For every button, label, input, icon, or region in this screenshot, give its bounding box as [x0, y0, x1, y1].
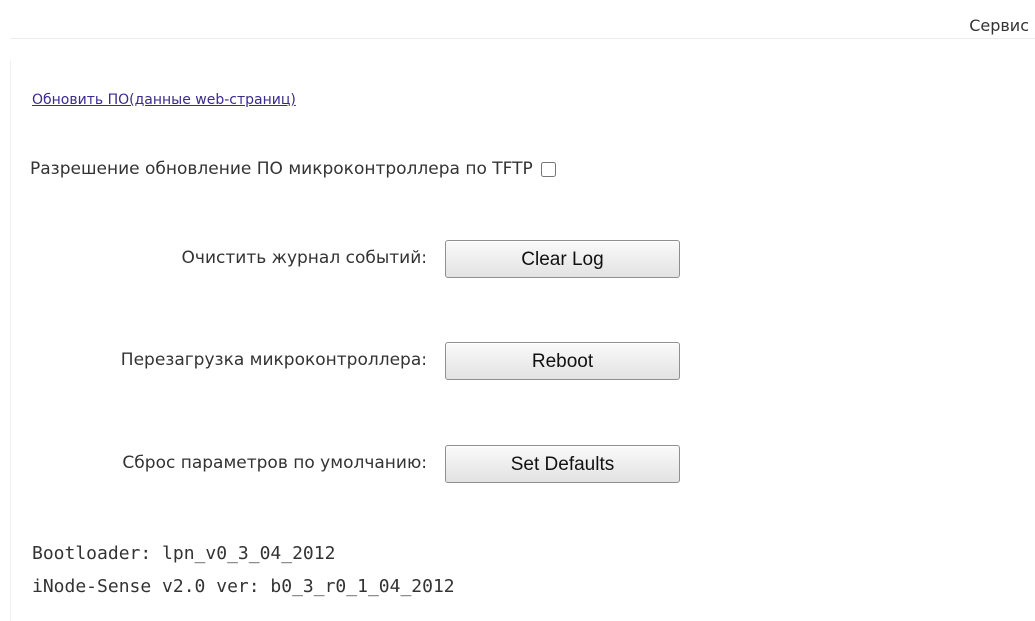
firmware-version: iNode-Sense v2.0 ver: b0_3_r0_1_04_2012: [32, 576, 455, 597]
header-divider: [10, 38, 1035, 39]
set-defaults-button[interactable]: Set Defaults: [445, 445, 680, 483]
content-left-border: [10, 60, 11, 621]
tftp-update-checkbox[interactable]: [540, 161, 556, 177]
set-defaults-label: Сброс параметров по умолчанию:: [122, 453, 427, 473]
tftp-update-label: Разрешение обновление ПО микроконтроллер…: [30, 159, 533, 179]
page-title: Сервис: [969, 16, 1029, 35]
reboot-label: Перезагрузка микроконтроллера:: [120, 350, 427, 370]
clear-log-button[interactable]: Clear Log: [445, 240, 680, 278]
header-bar: Сервис: [0, 0, 1035, 40]
tftp-update-row: Разрешение обновление ПО микроконтроллер…: [30, 159, 556, 179]
reboot-button[interactable]: Reboot: [445, 342, 680, 380]
clear-log-label: Очистить журнал событий:: [181, 248, 427, 268]
bootloader-version: Bootloader: lpn_v0_3_04_2012: [32, 543, 336, 564]
update-firmware-link[interactable]: Обновить ПО(данные web-страниц): [32, 92, 296, 108]
